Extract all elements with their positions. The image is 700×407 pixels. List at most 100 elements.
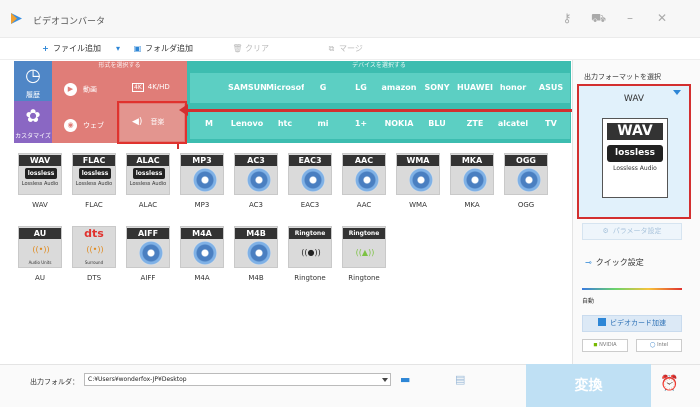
format-icon: dts ((•)) Surround (72, 226, 116, 268)
lossless-tag: lossless (133, 168, 165, 179)
format-icon-label: dts (84, 227, 104, 240)
output-panel: 出力フォーマットを選択 WAV WAV lossless Lossless Au… (572, 60, 700, 364)
gpu-acceleration-button[interactable]: ビデオカード加速 (582, 315, 682, 332)
cart-icon[interactable]: ⛟ (591, 11, 606, 25)
audio-disc-icon (409, 168, 433, 192)
format-tile[interactable]: AU ((•)) Audio Units AU (16, 224, 64, 291)
output-format-icon-label: WAV (607, 123, 663, 140)
quick-setting-icon: ⊸ (585, 258, 592, 267)
folder-plus-icon: ▣ (133, 44, 142, 53)
device-brand-0[interactable]: M (190, 109, 228, 139)
format-name: AU (35, 274, 45, 282)
device-brand-4[interactable]: LG (342, 73, 380, 103)
device-brand-8[interactable]: honor (494, 73, 532, 103)
format-icon-label: AC3 (235, 155, 277, 166)
output-folder-label: 出力フォルダ： (30, 378, 79, 386)
toolbar: + ファイル追加 ▾ ▣ フォルダ追加 🗑 クリア ⧉ マージ (0, 38, 700, 60)
chevron-down-icon (673, 90, 681, 95)
device-brand-1[interactable]: SAMSUNG (228, 73, 266, 103)
device-brand-9[interactable]: ASUS (532, 73, 570, 103)
output-format-box[interactable]: WAV WAV lossless Lossless Audio (577, 84, 691, 219)
device-brand-2[interactable]: htc (266, 109, 304, 139)
customize-button[interactable]: ✿ カスタマイズ (14, 101, 52, 143)
web-label: ウェブ (83, 121, 104, 130)
device-brand-6[interactable]: BLU (418, 109, 456, 139)
format-tile[interactable]: MP3 MP3 (178, 151, 226, 218)
add-folder-button[interactable]: ▣ フォルダ追加 (132, 42, 193, 56)
dts-waves-icon: ((•)) (86, 245, 104, 254)
format-tile[interactable]: dts ((•)) Surround DTS (70, 224, 118, 291)
device-brand-7[interactable]: HUAWEI (456, 73, 494, 103)
device-brand-7[interactable]: ZTE (456, 109, 494, 139)
audio-disc-icon (247, 241, 271, 265)
history-label: 履歴 (26, 91, 40, 99)
audio-disc-icon (463, 168, 487, 192)
clear-button[interactable]: 🗑 クリア (232, 42, 269, 56)
format-tile[interactable]: AIFF AIFF (124, 224, 172, 291)
audio-disc-icon (193, 168, 217, 192)
format-name: Ringtone (348, 274, 380, 282)
key-icon[interactable]: ⚷ (560, 11, 574, 25)
intel-label: Intel (657, 342, 669, 348)
format-tile[interactable]: M4B M4B (232, 224, 280, 291)
hd-label: 4K/HD (147, 83, 170, 91)
web-category-button[interactable]: ◉ ウェブ (64, 119, 104, 132)
device-brand-6[interactable]: SONY (418, 73, 456, 103)
format-tile[interactable]: AC3 AC3 (232, 151, 280, 218)
sound-waves-icon: ((•)) (32, 245, 50, 254)
add-file-button[interactable]: + ファイル追加 (40, 42, 101, 56)
format-tile[interactable]: M4A M4A (178, 224, 226, 291)
hd-category-button[interactable]: 4K 4K/HD (132, 83, 170, 92)
format-tile[interactable]: AAC AAC (340, 151, 388, 218)
format-icon-label: AU (19, 228, 61, 239)
history-button[interactable]: ◷ 履歴 (14, 61, 52, 101)
pointer-arrow-left (179, 104, 582, 116)
device-brand-5[interactable]: amazon (380, 73, 418, 103)
format-tile[interactable]: WMA WMA (394, 151, 442, 218)
format-tile[interactable]: WAV lossless Lossless Audio WAV (16, 151, 64, 218)
convert-button[interactable]: 変換 (526, 364, 651, 407)
gpu-acceleration-label: ビデオカード加速 (610, 319, 666, 327)
format-icon: AU ((•)) Audio Units (18, 226, 62, 268)
minimize-icon[interactable]: – (623, 11, 637, 25)
device-brand-8[interactable]: alcatel (494, 109, 532, 139)
quality-slider[interactable] (582, 288, 682, 290)
output-folder-field[interactable]: C:¥Users¥wonderfox-JP¥Desktop (84, 373, 391, 386)
format-grid: WAV lossless Lossless Audio WAV FLAC lossless… (14, 149, 571, 361)
format-icon: WAV lossless Lossless Audio (18, 153, 62, 195)
format-tile[interactable]: MKA MKA (448, 151, 496, 218)
device-brand-3[interactable]: mi (304, 109, 342, 139)
folder-icon[interactable]: ▬ (400, 373, 410, 386)
play-icon: ▶ (64, 83, 77, 96)
format-tile[interactable]: ALAC lossless Lossless Audio ALAC (124, 151, 172, 218)
video-category-button[interactable]: ▶ 動画 (64, 83, 97, 96)
output-format-icon: WAV lossless Lossless Audio (602, 118, 668, 198)
parameter-settings-button[interactable]: ⚙ パラメータ設定 (582, 223, 682, 240)
open-folder-icon[interactable]: ▤ (455, 373, 465, 386)
bottom-bar: 出力フォルダ： C:¥Users¥wonderfox-JP¥Desktop ▬ … (0, 364, 700, 407)
format-tile[interactable]: FLAC lossless Lossless Audio FLAC (70, 151, 118, 218)
device-brand-1[interactable]: Lenovo (228, 109, 266, 139)
format-tile[interactable]: OGG OGG (502, 151, 550, 218)
chip-icon (598, 318, 606, 326)
4k-icon: 4K (132, 83, 144, 92)
device-brand-5[interactable]: NOKIA (380, 109, 418, 139)
merge-button[interactable]: ⧉ マージ (326, 42, 363, 56)
device-brand-9[interactable]: TV (532, 109, 570, 139)
device-brand-2[interactable]: Microsoft (266, 73, 304, 103)
output-format-select[interactable]: WAV (579, 94, 689, 106)
chevron-down-icon[interactable] (382, 378, 388, 382)
device-brand-0[interactable] (190, 73, 228, 103)
device-brand-3[interactable]: G (304, 73, 342, 103)
format-icon-label: WAV (19, 155, 61, 166)
device-brand-4[interactable]: 1+ (342, 109, 380, 139)
format-tile[interactable]: Ringtone ((●)) Ringtone (286, 224, 334, 291)
alarm-clock-icon[interactable]: ⏰ (660, 374, 679, 392)
add-file-dropdown[interactable]: ▾ (116, 42, 120, 56)
audio-disc-icon (193, 241, 217, 265)
close-icon[interactable]: ✕ (655, 11, 669, 25)
format-tile[interactable]: Ringtone ((▲)) Ringtone (340, 224, 388, 291)
clear-label: クリア (245, 44, 269, 53)
intel-icon: ◯ (649, 342, 656, 348)
format-tile[interactable]: EAC3 EAC3 (286, 151, 334, 218)
